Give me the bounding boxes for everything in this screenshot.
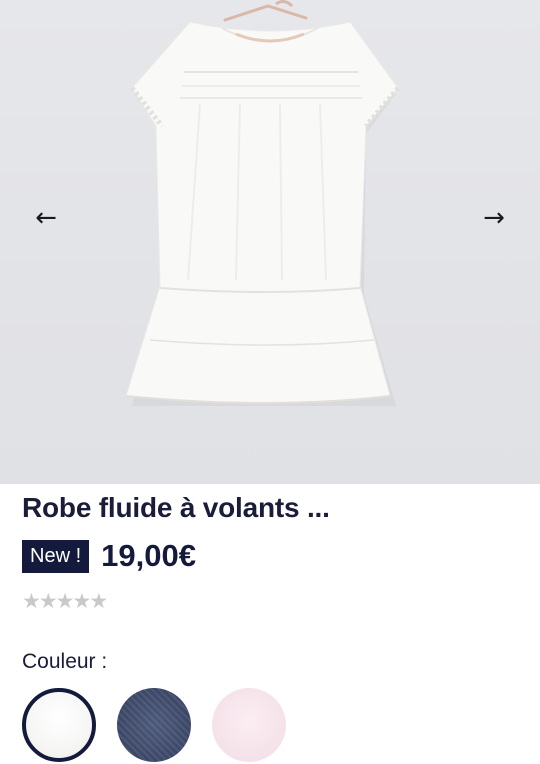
product-gallery[interactable]: ← → (0, 0, 540, 484)
next-image-arrow-icon[interactable]: → (472, 196, 516, 240)
new-badge: New ! (22, 539, 90, 573)
color-swatches (22, 688, 307, 762)
color-swatch-navy[interactable] (117, 688, 191, 762)
product-image[interactable] (0, 0, 540, 484)
color-swatch-white[interactable] (22, 688, 96, 762)
color-swatch-pink[interactable] (212, 688, 286, 762)
price-row: New ! 19,00€ (22, 538, 196, 574)
color-label: Couleur : (22, 650, 108, 673)
product-price: 19,00€ (101, 538, 196, 573)
rating-stars[interactable]: ★ ★ ★ ★ ★ (22, 589, 109, 613)
prev-image-arrow-icon[interactable]: ← (24, 196, 68, 240)
star-icon: ★ (89, 589, 109, 613)
product-title: Robe fluide à volants ... (22, 492, 330, 523)
